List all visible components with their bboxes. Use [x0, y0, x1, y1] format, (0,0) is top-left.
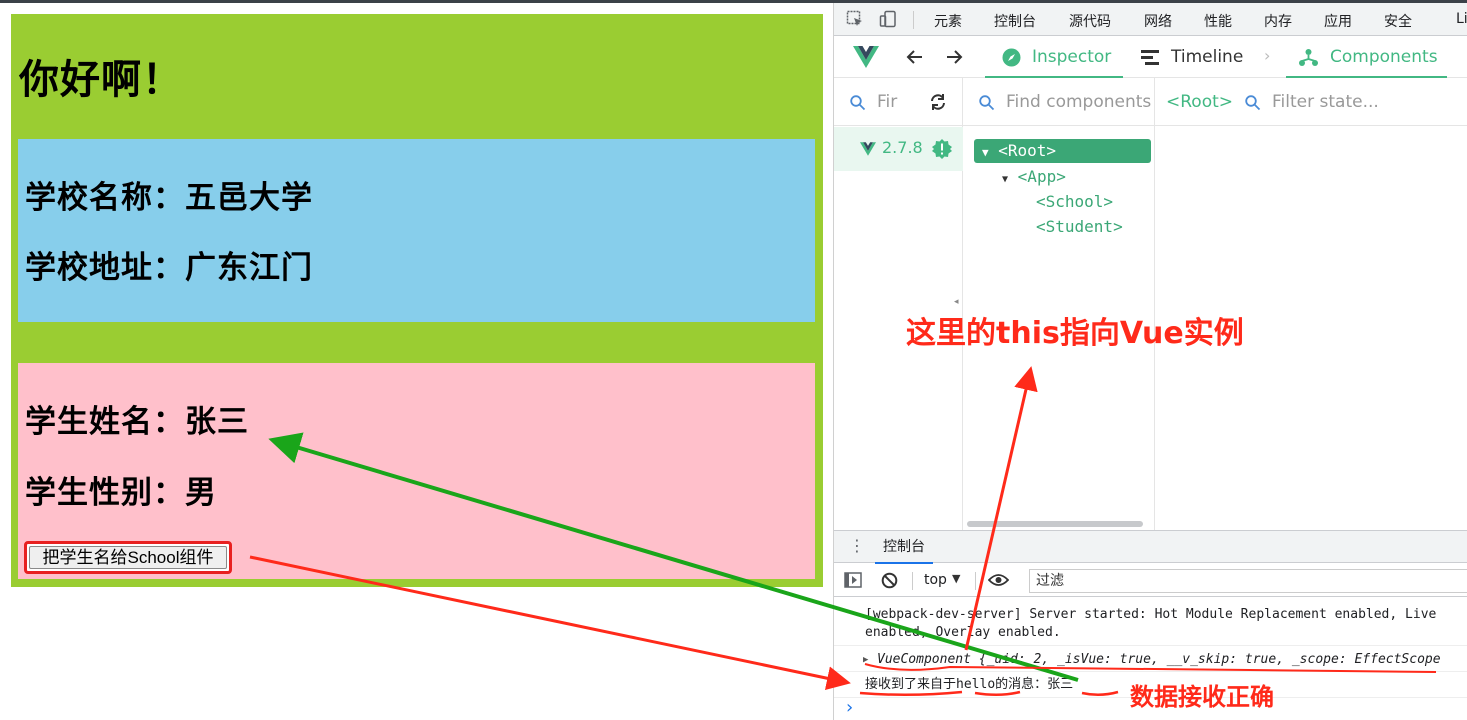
vc-body-b: , _isVue: — [1041, 652, 1120, 667]
send-student-name-label: 把学生名给School组件 — [29, 546, 227, 569]
tab-elements[interactable]: 元素 — [934, 11, 962, 31]
student-gender: 学生性别：男 — [25, 475, 217, 511]
tab-lighthouse[interactable]: Li — [1456, 11, 1467, 27]
vc-body-d: , _scope: EffectScope — [1276, 652, 1441, 667]
vc-vskip: true — [1244, 652, 1277, 667]
tab-application[interactable]: 应用 — [1324, 11, 1352, 31]
student-name: 学生姓名：张三 — [25, 404, 249, 440]
back-arrow-icon[interactable] — [906, 49, 924, 65]
vc-name: VueComponent — [877, 652, 971, 667]
toolbar-divider — [912, 572, 913, 590]
apps-search[interactable]: Fir — [834, 78, 962, 126]
timeline-icon — [1141, 50, 1159, 65]
tab-timeline-label: Timeline — [1171, 47, 1244, 67]
tab-timeline[interactable]: Timeline — [1141, 37, 1259, 78]
log-message-mid: 的消息： — [995, 677, 1048, 692]
tab-inspector-label: Inspector — [1032, 47, 1112, 67]
sidebar-toggle-icon[interactable] — [844, 572, 862, 588]
app-root: 你好啊！ 学校名称：五邑大学 学校地址：广东江门 学生姓名：张三 学生性别：男 … — [11, 14, 823, 587]
horizontal-scrollbar[interactable] — [967, 521, 1143, 527]
find-components-search[interactable]: Find components — [963, 78, 1154, 126]
console-drawer-header: ⋮ 控制台 — [834, 531, 1467, 564]
state-header: <Root> Filter state... — [1155, 78, 1467, 126]
vue-version: 2.7.8 — [882, 138, 923, 157]
search-icon — [850, 95, 866, 111]
apps-column: Fir 2.7.8 ◂ — [834, 78, 963, 530]
inspect-element-icon[interactable] — [846, 10, 864, 28]
compass-icon — [1002, 48, 1021, 67]
vc-body-c: , __v_skip: — [1150, 652, 1245, 667]
tab-network[interactable]: 网络 — [1144, 11, 1172, 31]
more-vertical-icon[interactable]: ⋮ — [849, 537, 865, 555]
log-message-prefix: 接收到了来自于 — [865, 677, 957, 692]
filter-state-input[interactable]: Filter state... — [1272, 78, 1379, 126]
caret-down-icon: ▼ — [1002, 174, 1009, 185]
app-title: 你好啊！ — [19, 57, 183, 103]
components-icon — [1299, 49, 1318, 66]
warning-badge-icon — [932, 139, 952, 159]
tab-components-label: Components — [1330, 47, 1438, 67]
context-select[interactable]: top — [924, 572, 947, 588]
annotation-this-note: 这里的this指向Vue实例 — [906, 316, 1244, 351]
tab-security[interactable]: 安全 — [1384, 11, 1412, 31]
app-version-row[interactable]: 2.7.8 — [834, 127, 963, 171]
search-icon — [1245, 95, 1261, 111]
collapse-arrow-icon[interactable]: ◂ — [954, 297, 959, 307]
expand-triangle-icon[interactable]: ▶ — [863, 651, 868, 669]
tab-memory[interactable]: 内存 — [1264, 11, 1292, 31]
toolbar-divider — [975, 572, 976, 590]
tab-console[interactable]: 控制台 — [994, 11, 1036, 31]
device-toolbar-icon[interactable] — [879, 10, 897, 28]
console-prompt-icon[interactable]: › — [846, 697, 853, 718]
component-tree-column: Find components ▼ <Root> ▼ <App> <School… — [963, 78, 1155, 530]
log-server-line-2: enabled, Overlay enabled. — [865, 625, 1061, 640]
console-filter-input[interactable]: 过滤 — [1029, 569, 1467, 593]
tab-components[interactable]: Components — [1286, 37, 1447, 78]
find-components-placeholder: Find components — [1006, 92, 1152, 112]
log-divider — [834, 645, 1467, 646]
clear-console-icon[interactable] — [881, 572, 898, 589]
tree-node-student[interactable]: <Student> — [1036, 216, 1123, 238]
log-server-line-1: [webpack-dev-server] Server started: Hot… — [865, 607, 1437, 622]
eye-icon[interactable] — [988, 573, 1009, 587]
tree-node-root[interactable]: ▼ <Root> — [974, 139, 1151, 163]
state-column: <Root> Filter state... — [1155, 78, 1467, 530]
vc-isvue: true — [1119, 652, 1151, 667]
log-vuecomponent[interactable]: ▶ VueComponent {_uid: 2, _isVue: true, _… — [863, 651, 1441, 669]
forward-arrow-icon[interactable] — [945, 49, 963, 65]
tab-sources[interactable]: 源代码 — [1069, 11, 1111, 31]
tree-node-app[interactable]: ▼ <App> — [1002, 166, 1066, 191]
selected-component: <Root> — [1166, 92, 1234, 112]
vue-small-icon — [860, 142, 876, 156]
school-name: 学校名称：五邑大学 — [25, 180, 313, 216]
devtools-tabbar: 元素 控制台 源代码 网络 性能 内存 应用 安全 Li — [834, 3, 1467, 36]
toolbar-divider — [913, 11, 914, 29]
tab-performance[interactable]: 性能 — [1204, 11, 1232, 31]
vc-body-a: {_uid: — [978, 652, 1034, 667]
tab-inspector[interactable]: Inspector — [985, 37, 1123, 78]
devtools-panel: 元素 控制台 源代码 网络 性能 内存 应用 安全 Li Inspector T… — [833, 3, 1467, 720]
drawer-tab-console[interactable]: 控制台 — [875, 531, 933, 564]
caret-down-icon: ▼ — [982, 146, 989, 159]
school-address: 学校地址：广东江门 — [25, 250, 313, 286]
log-divider — [834, 671, 1467, 672]
refresh-icon[interactable] — [928, 92, 948, 112]
annotation-data-note: 数据接收正确 — [1130, 683, 1274, 711]
log-message: 接收到了来自于hello的消息：张三 — [865, 676, 1073, 694]
vue-logo-icon[interactable] — [853, 46, 879, 68]
vue-devtools-bar: Inspector Timeline › Components — [834, 37, 1467, 78]
console-toolbar: top ▼ 过滤 — [834, 564, 1467, 597]
apps-search-placeholder: Fir — [877, 92, 898, 112]
chevron-right-icon: › — [1264, 46, 1271, 65]
tree-node-app-label: <App> — [1017, 167, 1066, 186]
dropdown-arrow-icon[interactable]: ▼ — [952, 572, 960, 585]
search-icon — [979, 95, 995, 111]
log-message-name: 张三 — [1047, 677, 1074, 692]
tree-node-school[interactable]: <School> — [1036, 191, 1113, 213]
school-component: 学校名称：五邑大学 学校地址：广东江门 — [18, 139, 815, 322]
tree-node-root-label: <Root> — [998, 141, 1057, 160]
send-student-name-button[interactable]: 把学生名给School组件 — [24, 541, 232, 574]
log-message-hello: hello — [956, 677, 996, 692]
